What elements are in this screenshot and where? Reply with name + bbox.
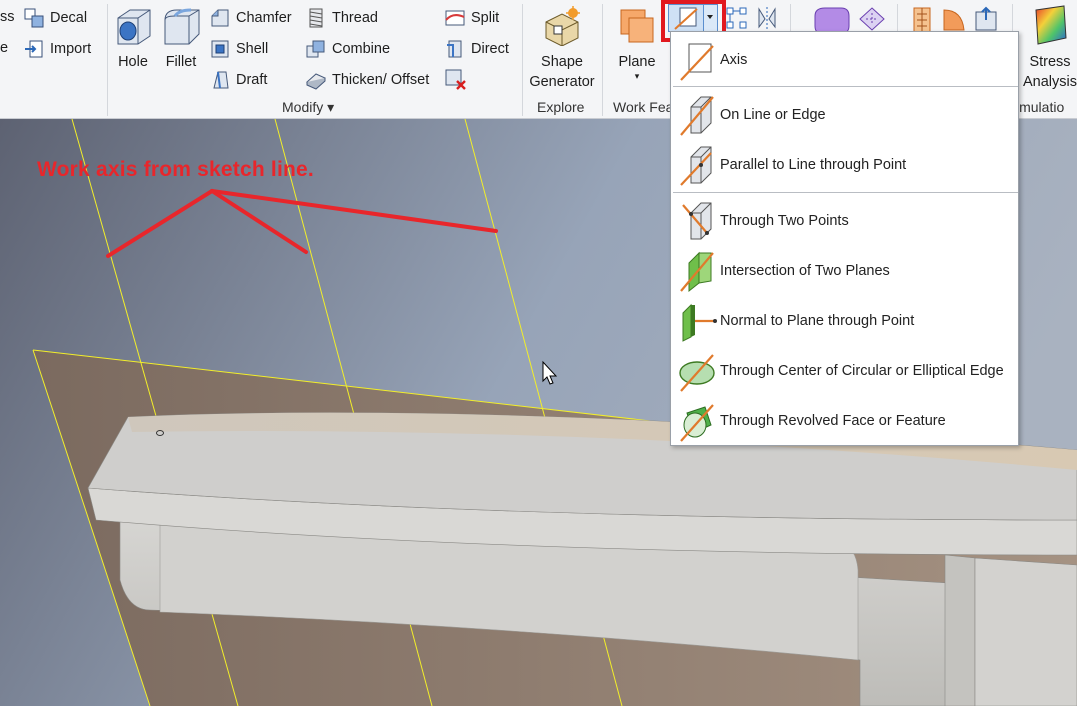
fillet-label: Fillet <box>165 54 197 70</box>
chamfer-icon <box>211 9 229 27</box>
menu-item-parallel-line-point[interactable]: Parallel to Line through Point <box>671 141 1018 189</box>
annotation-text: Work axis from sketch line. <box>37 158 314 181</box>
shape-generator-button[interactable]: Shape Generator <box>527 6 597 92</box>
axis-dropdown-menu: Axis On Line or Edge Parallel to Line th… <box>670 31 1019 446</box>
hole-label: Hole <box>118 54 148 70</box>
ribbon-separator <box>107 4 108 116</box>
shape-generator-icon <box>545 6 580 47</box>
stress-analysis-button[interactable]: Stress Analysis <box>1020 4 1077 92</box>
ribbon-separator <box>522 4 523 116</box>
plane-icon <box>620 9 654 43</box>
plane-label: Plane <box>618 54 656 70</box>
chamfer-label: Chamfer <box>236 10 292 26</box>
menu-item-label: Through Center of Circular or Elliptical… <box>720 363 1004 379</box>
work-features-panel-title: Work Fea <box>613 99 674 115</box>
hole-icon <box>117 9 151 45</box>
part-leg-face[interactable] <box>974 557 1077 706</box>
chamfer-button[interactable]: Chamfer <box>210 8 292 28</box>
menu-item-label: On Line or Edge <box>720 107 826 123</box>
menu-item-axis[interactable]: Axis <box>671 36 1018 84</box>
part-leg[interactable] <box>944 554 976 706</box>
shell-button[interactable]: Shell <box>210 39 268 59</box>
create-partial-top-label: ss <box>0 9 15 25</box>
import-button[interactable]: Import <box>24 39 91 59</box>
stress-label-1: Stress <box>1029 54 1071 70</box>
decal-button[interactable]: Decal <box>24 8 87 28</box>
on-line-edge-icon <box>680 96 714 136</box>
menu-separator <box>673 192 1018 193</box>
import-label: Import <box>50 41 92 57</box>
stress-analysis-icon <box>1035 5 1067 45</box>
menu-item-label: Parallel to Line through Point <box>720 157 907 173</box>
combine-icon <box>306 40 325 58</box>
two-planes-icon <box>680 251 714 293</box>
stress-label-2: Analysis <box>1023 74 1077 90</box>
menu-item-label: Through Two Points <box>720 213 849 229</box>
revolved-face-icon <box>680 404 714 442</box>
menu-item-normal-plane-point[interactable]: Normal to Plane through Point <box>671 297 1018 345</box>
menu-item-revolved-face[interactable]: Through Revolved Face or Feature <box>671 397 1018 445</box>
import-icon <box>25 40 43 58</box>
simulation-panel-title: imulatio <box>1016 99 1065 115</box>
split-label: Split <box>471 10 500 26</box>
draft-button[interactable]: Draft <box>210 70 267 90</box>
shell-icon <box>211 40 229 58</box>
split-button[interactable]: Split <box>445 8 499 28</box>
draft-icon <box>213 71 229 89</box>
decal-icon <box>24 8 44 28</box>
menu-item-circular-edge[interactable]: Through Center of Circular or Elliptical… <box>671 347 1018 395</box>
menu-item-label: Intersection of Two Planes <box>720 263 890 279</box>
plane-button[interactable]: Plane ▾ <box>613 6 661 81</box>
split-icon <box>445 10 465 26</box>
normal-plane-point-icon <box>682 303 717 342</box>
thicken-offset-label: Thicken/ Offset <box>332 72 430 88</box>
delete-face-icon <box>445 69 466 90</box>
menu-separator <box>673 86 1018 87</box>
menu-item-label: Axis <box>720 52 748 68</box>
parallel-line-point-icon <box>680 146 712 186</box>
thread-icon <box>309 8 323 28</box>
freeform-plane-icon[interactable] <box>858 6 886 32</box>
decal-label: Decal <box>50 10 88 26</box>
create-partial-mid[interactable]: e <box>0 40 8 56</box>
delete-face-button[interactable] <box>445 69 473 91</box>
axis-icon <box>680 43 714 81</box>
fillet-button[interactable]: Fillet <box>160 6 202 72</box>
shape-generator-label-1: Shape <box>541 54 583 70</box>
menu-item-two-planes[interactable]: Intersection of Two Planes <box>671 247 1018 295</box>
direct-label: Direct <box>471 41 509 57</box>
menu-item-on-line-or-edge[interactable]: On Line or Edge <box>671 91 1018 139</box>
menu-item-label: Through Revolved Face or Feature <box>720 413 946 429</box>
ucs-icon[interactable] <box>755 5 779 33</box>
shape-generator-label-2: Generator <box>529 74 595 90</box>
direct-button[interactable]: Direct <box>445 39 509 59</box>
two-points-icon <box>682 202 712 240</box>
fillet-icon <box>164 8 200 45</box>
surface-patch-icon[interactable] <box>940 6 968 34</box>
thicken-icon <box>306 73 326 90</box>
menu-item-two-points[interactable]: Through Two Points <box>671 197 1018 245</box>
menu-item-label: Normal to Plane through Point <box>720 313 915 329</box>
create-partial-top[interactable]: ss <box>0 9 15 25</box>
draft-label: Draft <box>236 72 268 88</box>
direct-icon <box>447 40 462 58</box>
combine-label: Combine <box>332 41 391 57</box>
thicken-offset-button[interactable]: Thicken/ Offset <box>306 70 429 90</box>
explore-panel-title: Explore <box>537 99 585 115</box>
surface-extend-icon[interactable] <box>972 6 1000 34</box>
modify-panel-title[interactable]: Modify ▾ <box>282 99 334 116</box>
shell-label: Shell <box>236 41 269 57</box>
point-icon[interactable] <box>725 5 749 33</box>
thread-label: Thread <box>332 10 378 26</box>
thread-button[interactable]: Thread <box>306 8 378 28</box>
hole-button[interactable]: Hole <box>113 6 153 72</box>
plane-dropdown-arrow[interactable]: ▾ <box>613 72 661 81</box>
combine-button[interactable]: Combine <box>306 39 390 59</box>
ribbon-separator <box>602 4 603 116</box>
create-partial-mid-label: e <box>0 40 9 56</box>
circular-edge-icon <box>679 354 715 392</box>
surface-stitch-icon[interactable] <box>908 6 936 34</box>
